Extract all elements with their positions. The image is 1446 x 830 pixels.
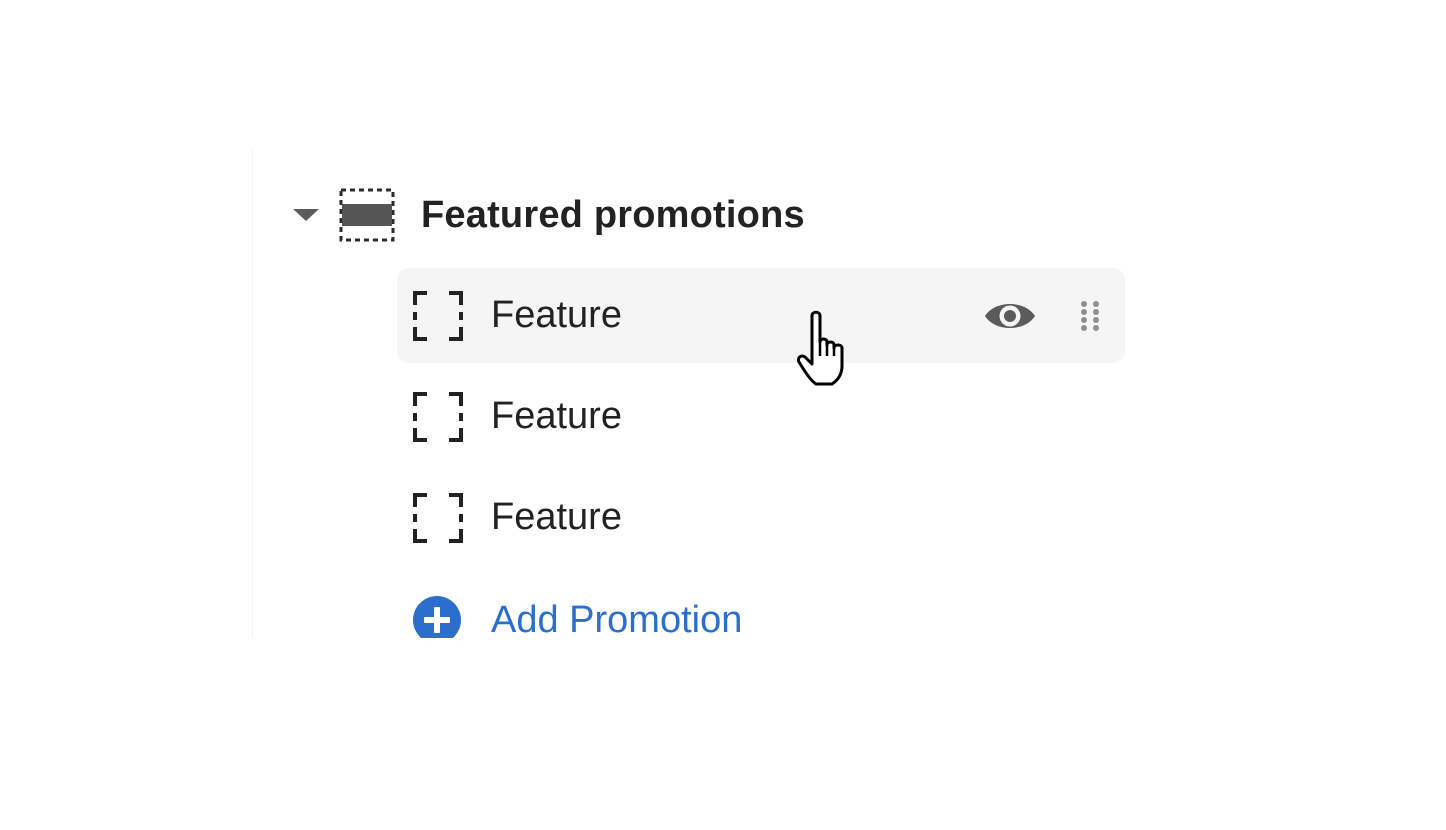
theme-editor-sidebar: Featured promotions Feature Feature Feat… — [0, 0, 1446, 830]
block-label: Feature — [491, 496, 622, 538]
block-item[interactable]: Feature — [397, 470, 1125, 565]
eye-icon[interactable] — [983, 296, 1037, 336]
block-item[interactable]: Feature — [397, 268, 1125, 363]
block-label: Feature — [491, 395, 622, 437]
block-dashed-frame-icon — [413, 391, 463, 442]
plus-circle-icon — [413, 596, 461, 638]
caret-down-icon[interactable] — [293, 209, 319, 221]
add-promotion-label: Add Promotion — [491, 598, 743, 639]
section-title: Featured promotions — [421, 193, 805, 236]
block-item[interactable]: Feature — [397, 369, 1125, 464]
block-dashed-frame-icon — [413, 290, 463, 341]
sections-panel: Featured promotions Feature Feature Feat… — [252, 150, 1153, 638]
block-dashed-frame-icon — [413, 492, 463, 543]
section-dashed-rect-icon — [339, 188, 395, 242]
block-actions — [983, 268, 1101, 363]
section-header[interactable]: Featured promotions — [293, 186, 805, 244]
block-list: Feature Feature Feature — [397, 268, 1125, 571]
block-label: Feature — [491, 294, 622, 336]
drag-handle-icon[interactable] — [1079, 300, 1101, 332]
add-promotion-button[interactable]: Add Promotion — [413, 596, 742, 638]
